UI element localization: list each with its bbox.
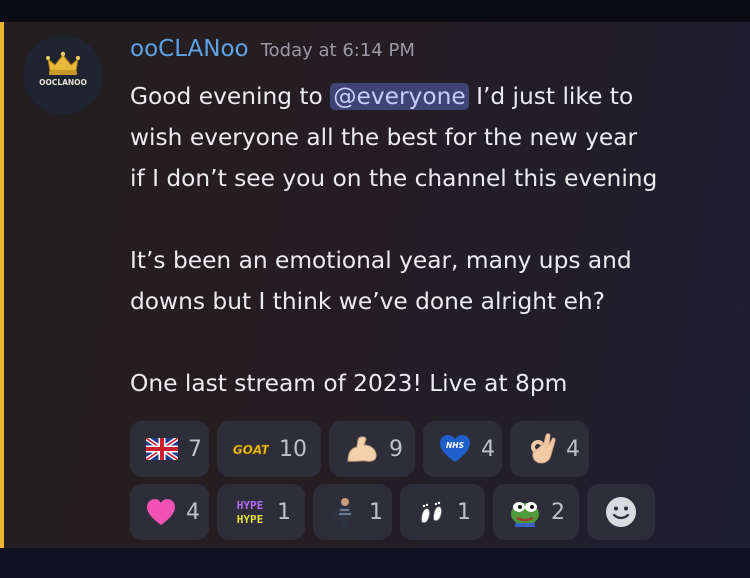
message-line: Good evening to @everyone I’d just like … [130,76,745,117]
reaction-count: 4 [566,436,580,462]
message-header: ooCLANoo Today at 6:14 PM [130,36,415,66]
ok-hand-icon [526,432,556,466]
svg-text:HYPE: HYPE [237,499,264,512]
reaction-count: 9 [389,436,403,462]
smiley-add-reaction-icon [604,495,638,529]
add-reaction-button[interactable] [587,484,655,540]
reaction-count: 10 [279,436,307,462]
feet-icon [416,495,447,529]
reaction-person-sticker[interactable]: 1 [313,484,392,540]
text: I’d just like to [468,83,634,110]
reaction-count: 2 [551,499,565,525]
reaction-row: 4 HYPE HYPE 1 1 1 2 [130,484,730,540]
mention-highlight-bar [0,22,4,548]
reactions-bar: 7 GOAT 10 9 NHS 4 4 4 HYPE HYPE 1 1 1 2 [130,421,730,547]
top-edge [0,0,750,22]
svg-text:NHS: NHS [446,441,464,450]
reaction-hype[interactable]: HYPE HYPE 1 [217,484,305,540]
pepe-frog-icon [509,495,541,529]
reaction-count: 1 [277,499,291,525]
message-line: One last stream of 2023! Live at 8pm [130,370,568,397]
reaction-pink-heart[interactable]: 4 [130,484,209,540]
timestamp[interactable]: Today at 6:14 PM [261,40,415,61]
everyone-mention[interactable]: @everyone [330,83,469,110]
bottom-edge [0,548,750,578]
person-sticker-icon [329,495,359,529]
reaction-flexed-biceps[interactable]: 9 [329,421,415,477]
hype-icon: HYPE HYPE [233,495,267,529]
crown-logo-icon: OOCLANOO [23,35,103,115]
message-line: It’s been an emotional year, many ups an… [130,247,632,274]
reaction-count: 4 [186,499,200,525]
reaction-count: 7 [188,436,202,462]
reaction-row: 7 GOAT 10 9 NHS 4 4 [130,421,730,477]
reaction-goat[interactable]: GOAT 10 [217,421,321,477]
pink-heart-icon [146,495,176,529]
message-line: wish everyone all the best for the new y… [130,124,638,151]
text: Good evening to [130,83,331,110]
username[interactable]: ooCLANoo [130,36,249,62]
reaction-nhs-heart[interactable]: NHS 4 [423,421,502,477]
svg-text:GOAT: GOAT [233,443,269,457]
reaction-pepe[interactable]: 2 [493,484,579,540]
chat-message: OOCLANOO ooCLANoo Today at 6:14 PM Good … [0,22,750,548]
reaction-feet[interactable]: 1 [400,484,485,540]
reaction-uk-flag[interactable]: 7 [130,421,209,477]
reaction-count: 1 [457,499,471,525]
message-line: if I don’t see you on the channel this e… [130,165,658,192]
message-content: Good evening to @everyone I’d just like … [130,76,745,404]
reaction-ok-hand[interactable]: 4 [510,421,589,477]
reaction-count: 1 [369,499,383,525]
svg-text:OOCLANOO: OOCLANOO [39,78,87,87]
paragraph-3: One last stream of 2023! Live at 8pm [130,363,745,404]
avatar[interactable]: OOCLANOO [23,35,103,115]
paragraph-1: Good evening to @everyone I’d just like … [130,76,745,199]
svg-text:HYPE: HYPE [237,513,264,526]
flexed-biceps-icon [345,432,379,466]
message-line: downs but I think we’ve done alright eh? [130,288,606,315]
reaction-count: 4 [481,436,495,462]
nhs-heart-icon: NHS [439,432,471,466]
uk-flag-icon [146,432,178,466]
paragraph-2: It’s been an emotional year, many ups an… [130,240,745,322]
goat-icon: GOAT [233,432,269,466]
